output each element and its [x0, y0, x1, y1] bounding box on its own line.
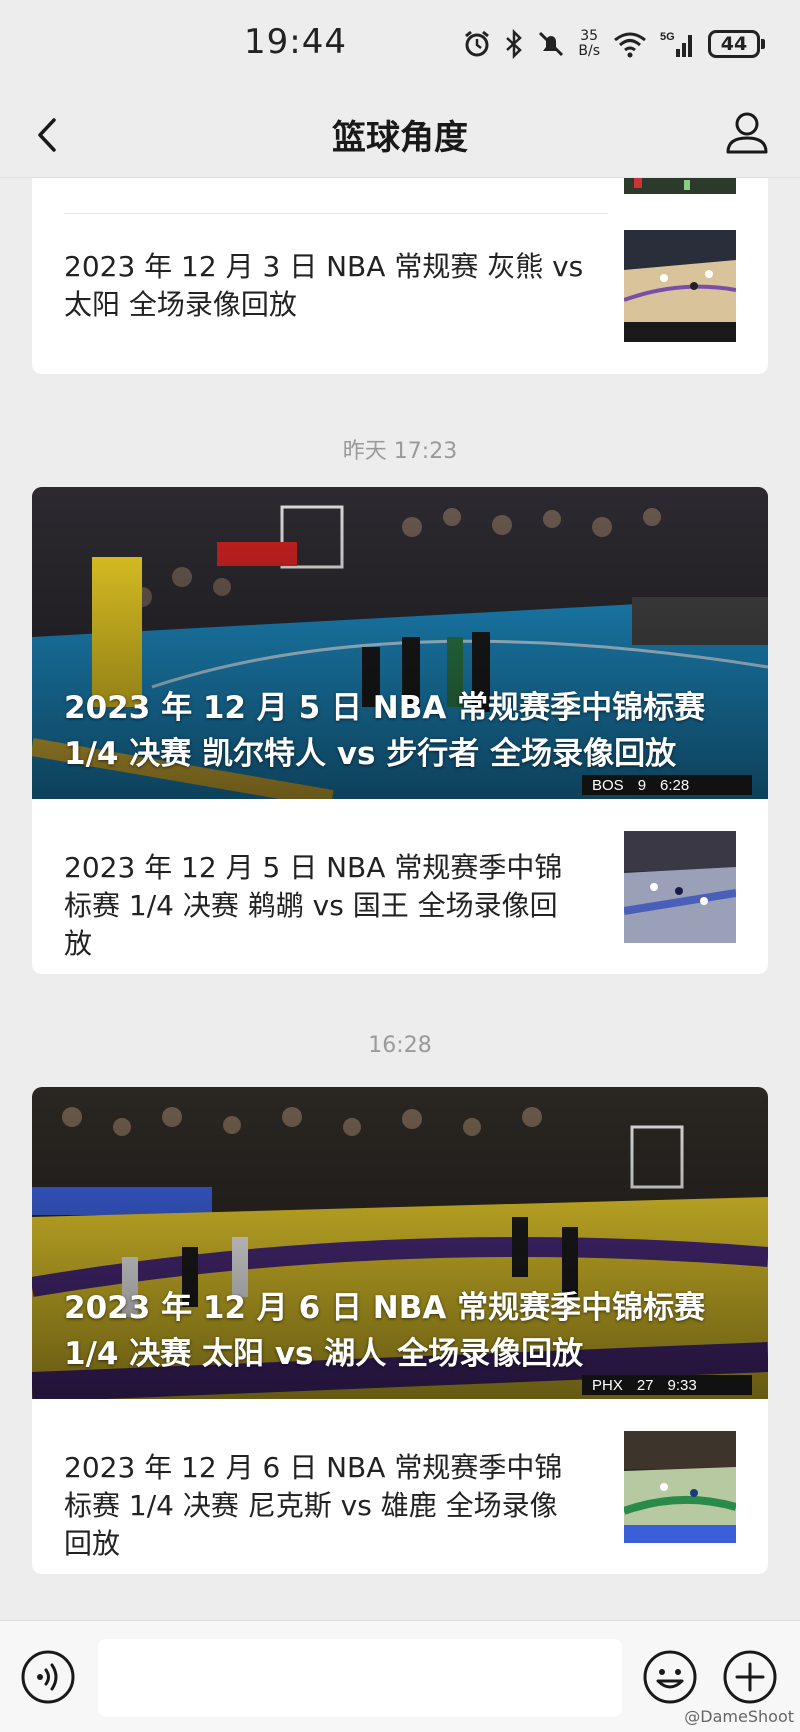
emoji-icon[interactable]	[642, 1649, 698, 1705]
score-value: 9	[637, 776, 647, 794]
score-bug: PHX 27 9:33	[592, 1375, 762, 1395]
article-thumbnail[interactable]	[624, 230, 736, 342]
article-title[interactable]: 2023 年 12 月 5 日 NBA 常规赛季中锦标赛 1/4 决赛 鹈鹕 v…	[64, 849, 584, 963]
watermark: @DameShoot	[684, 1707, 794, 1726]
bluetooth-icon	[506, 29, 523, 59]
article-title[interactable]: 2023 年 12 月 3 日 NBA 常规赛 灰熊 vs 太阳 全场录像回放	[64, 248, 584, 324]
article-card: 2023 年 12 月 3 日 NBA 常规赛 灰熊 vs 太阳 全场录像回放	[32, 178, 768, 374]
voice-icon[interactable]	[20, 1649, 76, 1705]
status-icons: 35 B/s 5G 44	[462, 24, 765, 64]
plus-icon[interactable]	[722, 1649, 778, 1705]
nav-bar: 篮球角度	[0, 92, 800, 178]
page-title: 篮球角度	[332, 118, 468, 158]
score-bug: BOS 9 6:28	[592, 775, 762, 795]
score-value: 27	[636, 1376, 654, 1394]
person-icon[interactable]	[720, 106, 774, 160]
battery-indicator: 44	[708, 30, 765, 58]
cover-title[interactable]: 2023 年 12 月 5 日 NBA 常规赛季中锦标赛 1/4 决赛 凯尔特人…	[64, 685, 764, 777]
article-cover[interactable]: BOS 9 6:28 2023 年 12 月 5 日 NBA 常规赛季中锦标赛 …	[32, 487, 768, 799]
article-title[interactable]: 2023 年 12 月 6 日 NBA 常规赛季中锦标赛 1/4 决赛 尼克斯 …	[64, 1449, 584, 1563]
article-thumbnail[interactable]	[624, 178, 736, 194]
game-clock: 9:33	[667, 1376, 697, 1394]
status-time: 19:44	[244, 22, 347, 62]
article-cover[interactable]: PHX 27 9:33 2023 年 12 月 6 日 NBA 常规赛季中锦标赛…	[32, 1087, 768, 1399]
message-input[interactable]	[98, 1639, 622, 1717]
article-card: BOS 9 6:28 2023 年 12 月 5 日 NBA 常规赛季中锦标赛 …	[32, 487, 768, 974]
message-timestamp: 16:28	[368, 1033, 432, 1058]
cover-title[interactable]: 2023 年 12 月 6 日 NBA 常规赛季中锦标赛 1/4 决赛 太阳 v…	[64, 1285, 764, 1377]
article-thumbnail[interactable]	[624, 831, 736, 943]
cellular-signal-icon: 5G	[660, 31, 692, 57]
mute-bell-icon	[539, 31, 564, 57]
divider	[64, 213, 608, 214]
net-speed: 35 B/s	[578, 29, 600, 59]
message-timestamp: 昨天 17:23	[342, 439, 458, 464]
svg-text:5G: 5G	[660, 31, 675, 43]
game-clock: 6:28	[660, 776, 690, 794]
net-speed-value: 35	[580, 28, 599, 44]
status-bar: 19:44 35 B/s 5G 44	[0, 0, 800, 92]
score-team: BOS	[592, 776, 624, 794]
wifi-icon	[614, 32, 646, 58]
article-thumbnail[interactable]	[624, 1431, 736, 1543]
article-card: PHX 27 9:33 2023 年 12 月 6 日 NBA 常规赛季中锦标赛…	[32, 1087, 768, 1574]
net-speed-unit: B/s	[578, 43, 600, 59]
alarm-icon	[465, 30, 490, 57]
score-team: PHX	[592, 1376, 623, 1394]
message-input-bar: @DameShoot	[0, 1620, 800, 1732]
